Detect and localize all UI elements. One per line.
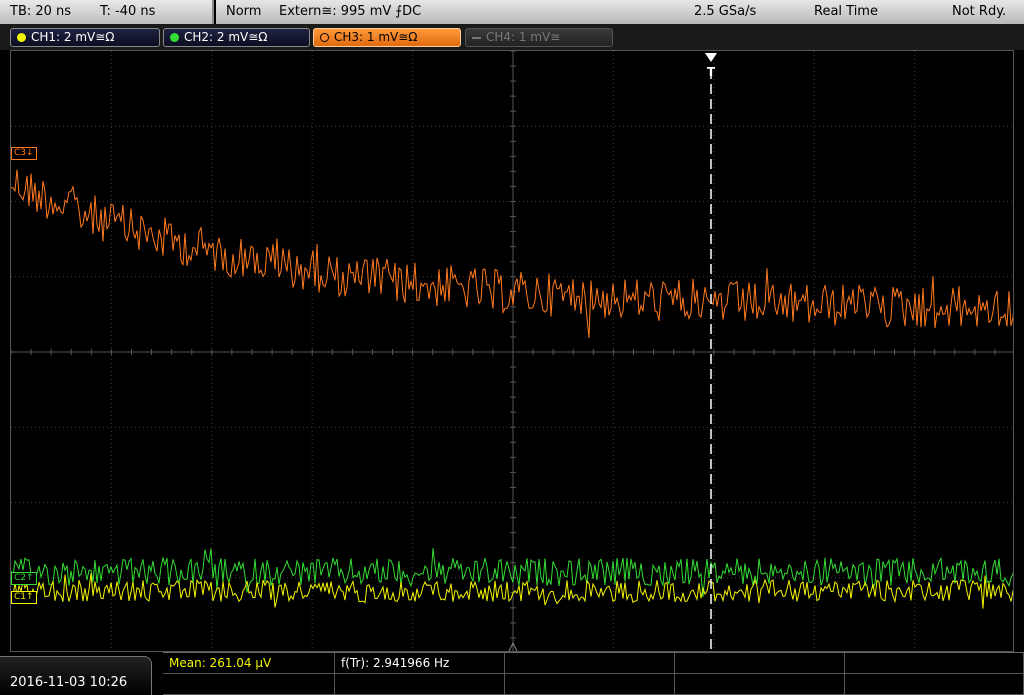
ch3-indicator-icon [320,33,329,42]
waveform-canvas[interactable]: T [11,51,1014,652]
waveform-display[interactable]: T C3↓ C2↑ C1↑ [10,50,1014,652]
trigger-marker-label: T [707,65,716,79]
ch2-offset-marker[interactable]: C2↑ [11,572,37,585]
date-time: 2016-11-03 10:26 [0,656,152,695]
sample-rate[interactable]: 2.5 GSa/s [694,0,756,24]
trigger-position-readout[interactable]: T: -40 ns [100,0,155,24]
measurement-slot[interactable] [845,653,1024,674]
frequency-measurement[interactable]: f(Tr): 2.941966 Hz [335,653,505,674]
measurement-slot[interactable] [505,674,675,695]
channel-tab-label: CH3: 1 mV≅Ω [334,30,418,44]
trigger-status: Not Rdy. [952,4,1007,19]
measurement-slot[interactable] [845,674,1024,695]
ch3-offset-marker[interactable]: C3↓ [11,147,37,160]
measurement-panel[interactable]: Mean: 261.04 µV f(Tr): 2.941966 Hz [163,652,1024,695]
channel-tab-label: CH2: 2 mV≅Ω [184,30,268,44]
channel-tabs: CH1: 2 mV≅Ω CH2: 2 mV≅Ω CH3: 1 mV≅Ω CH4:… [0,24,1024,50]
mean-measurement[interactable]: Mean: 261.04 µV [163,653,335,674]
measurement-slot[interactable] [675,653,845,674]
acquisition-mode[interactable]: Real Time [814,0,878,24]
ch1-indicator-icon [17,33,26,42]
top-status-bar: TB: 20 ns T: -40 ns Norm Extern≅: 995 mV… [0,0,1024,24]
trigger-panel[interactable]: Norm Extern≅: 995 mV ⨍DC 2.5 GSa/s Real … [216,0,1024,24]
channel-tab-ch3[interactable]: CH3: 1 mV≅Ω [313,28,461,47]
timebase-readout[interactable]: TB: 20 ns [10,0,71,24]
channel-tab-ch2[interactable]: CH2: 2 mV≅Ω [163,28,310,47]
ch1-offset-marker[interactable]: C1↑ [11,591,37,604]
timebase-panel[interactable]: TB: 20 ns T: -40 ns [0,0,214,24]
channel-tab-ch4[interactable]: CH4: 1 mV≅ [465,28,613,47]
channel-tab-ch1[interactable]: CH1: 2 mV≅Ω [10,28,160,47]
measurement-slot[interactable] [335,674,505,695]
trigger-source[interactable]: Extern≅: 995 mV ⨍DC [279,0,421,24]
measurement-slot[interactable] [163,674,335,695]
measurement-slot[interactable] [675,674,845,695]
measurement-slot[interactable] [505,653,675,674]
ch4-indicator-icon [472,37,481,39]
trigger-mode[interactable]: Norm [226,0,261,24]
trigger-arrow-icon [705,53,717,62]
channel-tab-label: CH1: 2 mV≅Ω [31,30,115,44]
channel-tab-label: CH4: 1 mV≅ [486,30,561,44]
bottom-bar: 2016-11-03 10:26 Mean: 261.04 µV f(Tr): … [0,652,1024,695]
ch2-indicator-icon [170,33,179,42]
